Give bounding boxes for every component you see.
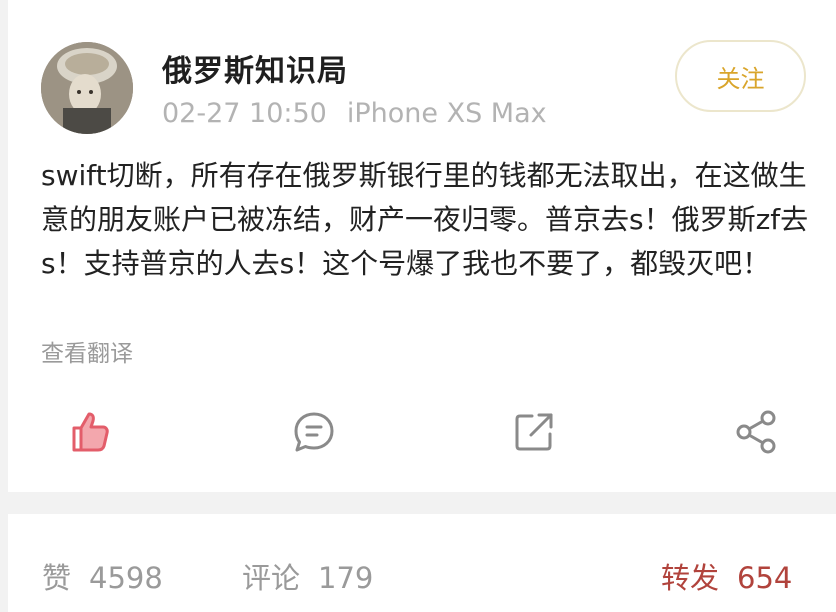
post-card: 俄罗斯知识局 02-27 10:50 iPhone XS Max 关注 swift… (8, 0, 836, 492)
comments-label: 评论 (242, 561, 301, 595)
reposts-count: 654 (737, 561, 793, 595)
post-text: swift切断，所有存在俄罗斯银行里的钱都无法取出，在这做生意的朋友账户已被冻结… (41, 159, 809, 280)
thumbs-up-icon (72, 412, 109, 452)
timestamp: 02-27 10:50 (162, 98, 327, 129)
likes-stat[interactable]: 赞 4598 (42, 555, 163, 597)
post-meta: 02-27 10:50 iPhone XS Max (162, 98, 547, 129)
view-translation-link[interactable]: 查看翻译 (41, 334, 133, 368)
share-nodes-icon (736, 410, 776, 454)
follow-button[interactable]: 关注 (675, 40, 806, 112)
share-button[interactable] (732, 408, 780, 456)
reposts-label: 转发 (661, 561, 720, 595)
likes-label: 赞 (42, 561, 72, 595)
comments-count: 179 (318, 561, 374, 595)
repost-button[interactable] (510, 408, 558, 456)
action-bar (8, 400, 836, 464)
like-button[interactable] (66, 408, 114, 456)
likes-count: 4598 (89, 561, 163, 595)
reposts-stat[interactable]: 转发 654 (661, 555, 792, 597)
avatar[interactable] (41, 42, 133, 134)
comment-button[interactable] (290, 408, 338, 456)
comments-stat[interactable]: 评论 179 (242, 555, 373, 597)
stats-bar: 赞 4598 评论 179 转发 654 (8, 514, 836, 612)
device-label: iPhone XS Max (346, 98, 547, 129)
username[interactable]: 俄罗斯知识局 (162, 46, 348, 90)
avatar-image (41, 42, 133, 134)
share-external-icon (515, 413, 553, 451)
comment-bubble-icon (294, 412, 334, 452)
